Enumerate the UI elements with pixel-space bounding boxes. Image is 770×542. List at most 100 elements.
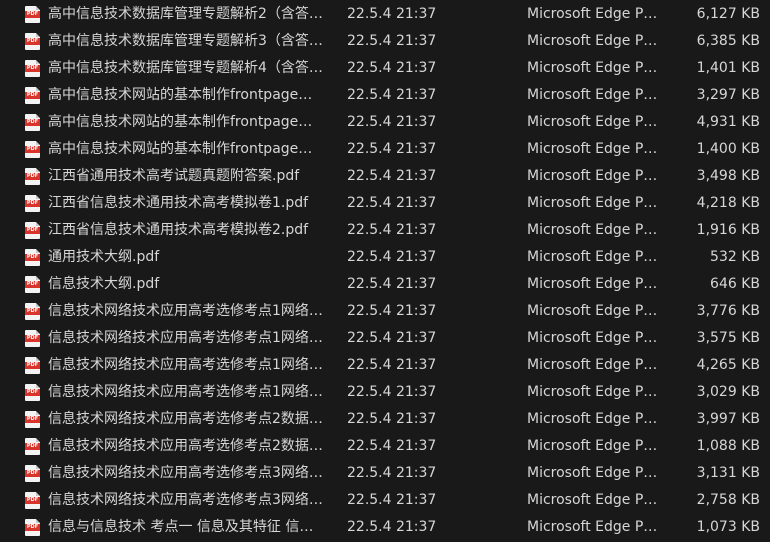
file-date-modified: 22.5.4 21:37 — [347, 438, 437, 454]
file-name[interactable]: 通用技术大纲.pdf — [48, 244, 326, 271]
file-size: 4,218 KB — [696, 195, 760, 211]
pdf-icon-label: PDF — [25, 200, 40, 207]
file-row[interactable]: PDF 高中信息技术数据库管理专题解析4（含答案）.pdf 22.5.4 21:37… — [0, 55, 770, 82]
file-row[interactable]: PDF 江西省信息技术通用技术高考模拟卷2.pdf 22.5.4 21:37 Micr… — [0, 217, 770, 244]
file-row[interactable]: PDF 高中信息技术网站的基本制作frontpage（三）.pdf 22.5.4 2… — [0, 136, 770, 163]
file-type: Microsoft Edge PDF Document — [527, 195, 659, 211]
file-row[interactable]: PDF 江西省信息技术通用技术高考模拟卷1.pdf 22.5.4 21:37 Micr… — [0, 190, 770, 217]
pdf-icon-label: PDF — [25, 335, 40, 342]
file-row[interactable]: PDF 高中信息技术数据库管理专题解析3（含答案）.pdf 22.5.4 21:37… — [0, 28, 770, 55]
file-size: 1,400 KB — [696, 141, 760, 157]
pdf-file-icon: PDF — [25, 195, 40, 212]
file-size: 3,575 KB — [696, 330, 760, 346]
file-name[interactable]: 高中信息技术网站的基本制作frontpage（二）.pdf — [48, 109, 326, 136]
file-date-modified: 22.5.4 21:37 — [347, 249, 437, 265]
file-row[interactable]: PDF 信息技术网络技术应用高考选修考点2数据通信（二）.pdf 22.5.4 21… — [0, 433, 770, 460]
file-row[interactable]: PDF 信息与信息技术 考点一 信息及其特征 信息技术.pdf 22.5.4 21:… — [0, 514, 770, 541]
pdf-file-icon: PDF — [25, 465, 40, 482]
file-date-modified: 22.5.4 21:37 — [347, 60, 437, 76]
file-date-modified: 22.5.4 21:37 — [347, 519, 437, 535]
file-row[interactable]: PDF 高中信息技术网站的基本制作frontpage（一）.pdf 22.5.4 2… — [0, 82, 770, 109]
file-size: 4,265 KB — [696, 357, 760, 373]
file-date-modified: 22.5.4 21:37 — [347, 33, 437, 49]
file-row[interactable]: PDF 信息技术网络技术应用高考选修考点1网络基础（四）.pdf 22.5.4 21… — [0, 379, 770, 406]
file-date-modified: 22.5.4 21:37 — [347, 465, 437, 481]
file-name[interactable]: 信息技术网络技术应用高考选修考点2数据通信（一）.pdf — [48, 406, 326, 433]
file-row[interactable]: PDF 信息技术网络技术应用高考选修考点3网络应用（一）.pdf 22.5.4 21… — [0, 460, 770, 487]
file-date-modified: 22.5.4 21:37 — [347, 411, 437, 427]
pdf-icon-label: PDF — [25, 281, 40, 288]
file-name[interactable]: 信息技术网络技术应用高考选修考点3网络应用（一）.pdf — [48, 460, 326, 487]
file-row[interactable]: PDF 信息技术网络技术应用高考选修考点1网络基础（三）.pdf 22.5.4 21… — [0, 352, 770, 379]
pdf-icon-label: PDF — [25, 524, 40, 531]
file-name[interactable]: 信息技术网络技术应用高考选修考点2数据通信（二）.pdf — [48, 433, 326, 460]
pdf-file-icon: PDF — [25, 330, 40, 347]
file-type: Microsoft Edge PDF Document — [527, 519, 659, 535]
pdf-icon-label: PDF — [25, 227, 40, 234]
file-name[interactable]: 江西省通用技术高考试题真题附答案.pdf — [48, 163, 326, 190]
file-size: 3,498 KB — [696, 168, 760, 184]
pdf-icon-label: PDF — [25, 416, 40, 423]
file-name[interactable]: 高中信息技术网站的基本制作frontpage（三）.pdf — [48, 136, 326, 163]
file-row[interactable]: PDF 信息技术网络技术应用高考选修考点3网络应用（二）.pdf 22.5.4 21… — [0, 487, 770, 514]
file-name[interactable]: 信息技术网络技术应用高考选修考点1网络基础（二）.pdf — [48, 325, 326, 352]
file-type: Microsoft Edge PDF Document — [527, 384, 659, 400]
file-row[interactable]: PDF 信息技术大纲.pdf 22.5.4 21:37 Microsoft Edge … — [0, 271, 770, 298]
file-date-modified: 22.5.4 21:37 — [347, 276, 437, 292]
file-row[interactable]: PDF 信息技术网络技术应用高考选修考点2数据通信（一）.pdf 22.5.4 21… — [0, 406, 770, 433]
file-type: Microsoft Edge PDF Document — [527, 222, 659, 238]
file-type: Microsoft Edge PDF Document — [527, 114, 659, 130]
file-type: Microsoft Edge PDF Document — [527, 465, 659, 481]
file-name[interactable]: 高中信息技术数据库管理专题解析2（含答案）.pdf — [48, 1, 326, 28]
file-name[interactable]: 江西省信息技术通用技术高考模拟卷1.pdf — [48, 190, 326, 217]
pdf-icon-label: PDF — [25, 173, 40, 180]
file-size: 1,088 KB — [696, 438, 760, 454]
file-type: Microsoft Edge PDF Document — [527, 438, 659, 454]
file-date-modified: 22.5.4 21:37 — [347, 303, 437, 319]
file-row[interactable]: PDF 信息技术网络技术应用高考选修考点1网络基础（一）.pdf 22.5.4 21… — [0, 298, 770, 325]
pdf-icon-label: PDF — [25, 38, 40, 45]
file-type: Microsoft Edge PDF Document — [527, 357, 659, 373]
file-name[interactable]: 信息技术网络技术应用高考选修考点1网络基础（一）.pdf — [48, 298, 326, 325]
file-name[interactable]: 高中信息技术数据库管理专题解析4（含答案）.pdf — [48, 55, 326, 82]
file-name[interactable]: 信息技术大纲.pdf — [48, 271, 326, 298]
file-type: Microsoft Edge PDF Document — [527, 411, 659, 427]
pdf-file-icon: PDF — [25, 411, 40, 428]
pdf-file-icon: PDF — [25, 249, 40, 266]
file-type: Microsoft Edge PDF Document — [527, 330, 659, 346]
pdf-icon-label: PDF — [25, 92, 40, 99]
file-name[interactable]: 信息技术网络技术应用高考选修考点3网络应用（二）.pdf — [48, 487, 326, 514]
file-name[interactable]: 信息技术网络技术应用高考选修考点1网络基础（四）.pdf — [48, 379, 326, 406]
file-name[interactable]: 高中信息技术网站的基本制作frontpage（一）.pdf — [48, 82, 326, 109]
file-size: 3,776 KB — [696, 303, 760, 319]
file-row[interactable]: PDF 通用技术大纲.pdf 22.5.4 21:37 Microsoft Edge … — [0, 244, 770, 271]
file-date-modified: 22.5.4 21:37 — [347, 195, 437, 211]
pdf-file-icon: PDF — [25, 168, 40, 185]
pdf-icon-label: PDF — [25, 11, 40, 18]
file-size: 2,758 KB — [696, 492, 760, 508]
pdf-file-icon: PDF — [25, 141, 40, 158]
file-date-modified: 22.5.4 21:37 — [347, 492, 437, 508]
file-size: 3,297 KB — [696, 87, 760, 103]
pdf-file-icon: PDF — [25, 357, 40, 374]
file-row[interactable]: PDF 江西省通用技术高考试题真题附答案.pdf 22.5.4 21:37 Micro… — [0, 163, 770, 190]
pdf-file-icon: PDF — [25, 492, 40, 509]
pdf-icon-label: PDF — [25, 362, 40, 369]
file-type: Microsoft Edge PDF Document — [527, 87, 659, 103]
file-date-modified: 22.5.4 21:37 — [347, 357, 437, 373]
pdf-file-icon: PDF — [25, 87, 40, 104]
file-name[interactable]: 江西省信息技术通用技术高考模拟卷2.pdf — [48, 217, 326, 244]
file-type: Microsoft Edge PDF Document — [527, 60, 659, 76]
file-name[interactable]: 信息与信息技术 考点一 信息及其特征 信息技术.pdf — [48, 514, 326, 541]
file-row[interactable]: PDF 高中信息技术网站的基本制作frontpage（二）.pdf 22.5.4 2… — [0, 109, 770, 136]
file-type: Microsoft Edge PDF Document — [527, 33, 659, 49]
file-size: 646 KB — [710, 276, 760, 292]
file-date-modified: 22.5.4 21:37 — [347, 114, 437, 130]
file-row[interactable]: PDF 信息技术网络技术应用高考选修考点1网络基础（二）.pdf 22.5.4 21… — [0, 325, 770, 352]
file-size: 1,073 KB — [696, 519, 760, 535]
pdf-icon-label: PDF — [25, 65, 40, 72]
file-row[interactable]: PDF 高中信息技术数据库管理专题解析2（含答案）.pdf 22.5.4 21:37… — [0, 1, 770, 28]
file-size: 3,029 KB — [696, 384, 760, 400]
file-name[interactable]: 高中信息技术数据库管理专题解析3（含答案）.pdf — [48, 28, 326, 55]
file-name[interactable]: 信息技术网络技术应用高考选修考点1网络基础（三）.pdf — [48, 352, 326, 379]
